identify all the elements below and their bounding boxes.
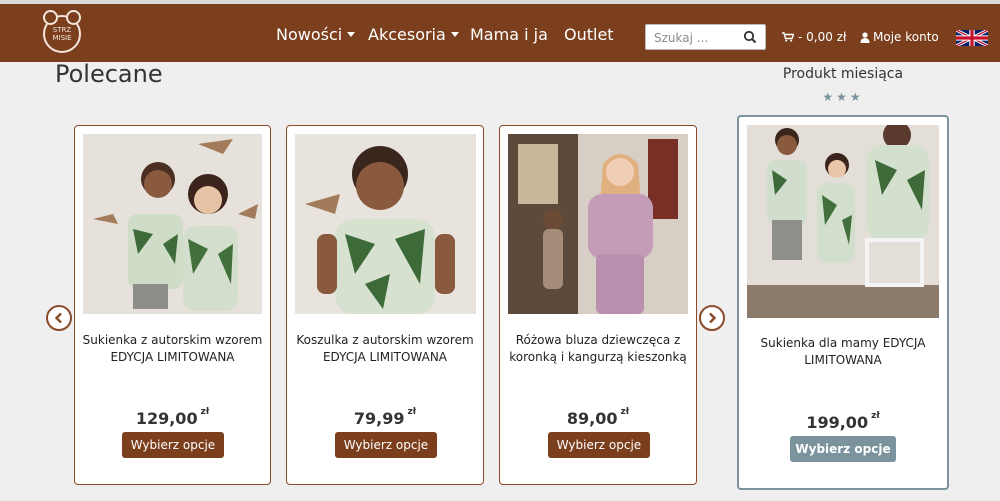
product-of-month-card[interactable]: Sukienka dla mamy EDYCJA LIMITOWANA 199,… (737, 115, 949, 490)
account-link[interactable]: Moje konto (860, 30, 939, 44)
nav-item-outlet[interactable]: Outlet (564, 25, 614, 44)
chevron-left-icon (54, 312, 62, 324)
site-header: STRZ MISIE Nowości Akcesoria Mama i ja O… (0, 4, 1000, 62)
uk-flag-icon[interactable] (956, 30, 988, 46)
nav-item-mama-i-ja[interactable]: Mama i ja (470, 25, 548, 44)
choose-options-button[interactable]: Wybierz opcje (122, 432, 224, 458)
choose-options-button[interactable]: Wybierz opcje (790, 436, 896, 462)
carousel-next-button[interactable] (699, 305, 725, 331)
chevron-down-icon (347, 32, 356, 37)
cart-total: 0,00 zł (806, 30, 847, 44)
product-image[interactable] (747, 125, 939, 318)
choose-options-button[interactable]: Wybierz opcje (548, 432, 650, 458)
product-price: 89,00 zł (566, 407, 630, 428)
search-input[interactable] (654, 29, 744, 47)
search-box (645, 24, 766, 50)
nav-item-nowosci[interactable]: Nowości (276, 25, 356, 44)
product-card[interactable]: Koszulka z autorskim wzorem EDYCJA LIMIT… (286, 125, 484, 485)
logo-text: STRZ MISIE (52, 26, 72, 42)
cart-icon (782, 32, 794, 42)
nav-item-akcesoria[interactable]: Akcesoria (368, 25, 459, 44)
rating-stars: ★★★ (822, 90, 864, 104)
chevron-down-icon (450, 32, 459, 37)
site-logo[interactable]: STRZ MISIE (43, 10, 81, 53)
section-title-product-of-month: Produkt miesiąca (782, 66, 904, 82)
product-image[interactable] (83, 134, 262, 314)
user-icon (860, 31, 870, 43)
product-card[interactable]: Różowa bluza dziewczęca z koronką i kang… (499, 125, 697, 485)
product-name[interactable]: Sukienka dla mamy EDYCJA LIMITOWANA (745, 335, 941, 369)
product-name[interactable]: Koszulka z autorskim wzorem EDYCJA LIMIT… (293, 332, 477, 366)
product-image[interactable] (295, 134, 476, 314)
product-price: 199,00 zł (806, 411, 880, 432)
product-price: 79,99 zł (353, 407, 417, 428)
product-name[interactable]: Różowa bluza dziewczęca z koronką i kang… (506, 332, 690, 366)
product-image[interactable] (508, 134, 688, 314)
cart-button[interactable]: - 0,00 zł (782, 30, 846, 44)
product-card[interactable]: Sukienka z autorskim wzorem EDYCJA LIMIT… (74, 125, 271, 485)
search-icon[interactable] (743, 30, 757, 44)
product-price: 129,00 zł (135, 407, 210, 428)
product-name[interactable]: Sukienka z autorskim wzorem EDYCJA LIMIT… (81, 332, 264, 366)
section-title-polecane: Polecane (55, 60, 163, 88)
carousel-prev-button[interactable] (46, 305, 72, 331)
choose-options-button[interactable]: Wybierz opcje (335, 432, 437, 458)
chevron-right-icon (709, 312, 717, 324)
